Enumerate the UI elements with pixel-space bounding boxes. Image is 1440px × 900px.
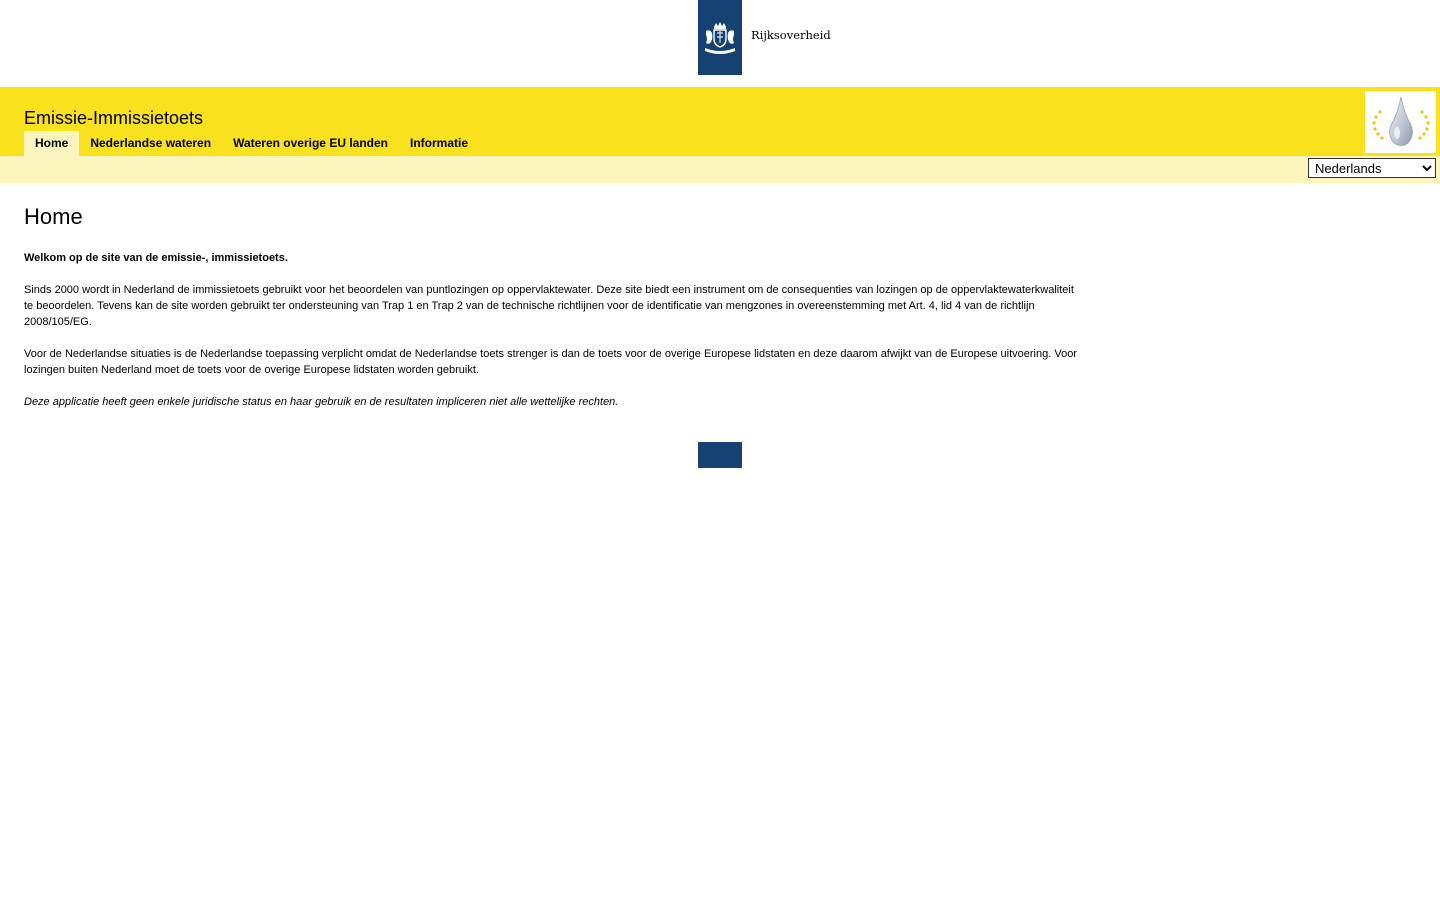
disclaimer-text: Deze applicatie heeft geen enkele juridi… [24, 396, 619, 408]
intro-paragraph: Sinds 2000 wordt in Nederland de immissi… [24, 284, 1074, 328]
welcome-text: Welkom op de site van de emissie-, immis… [24, 252, 288, 264]
language-select[interactable]: Nederlands [1308, 158, 1436, 178]
nav-tab-home[interactable]: Home [24, 131, 80, 156]
main-content: Home Welkom op de site van de emissie-, … [24, 183, 1082, 410]
nav-tab-informatie[interactable]: Informatie [399, 131, 479, 156]
nav-tab-wateren-overige-eu-landen[interactable]: Wateren overige EU landen [222, 131, 399, 156]
site-header: Rijksoverheid [0, 0, 1440, 87]
footer-brand-block [698, 442, 742, 468]
language-bar: Nederlands [0, 156, 1440, 183]
nav-tab-nederlandse-wateren[interactable]: Nederlandse wateren [79, 131, 222, 156]
main-nav: Home Nederlandse wateren Wateren overige… [24, 131, 479, 156]
page-title: Home [24, 204, 83, 229]
app-banner: Emissie-Immissietoets Home Nederlandse w… [0, 87, 1440, 156]
rijksoverheid-logo[interactable]: Rijksoverheid [698, 0, 831, 75]
water-drop-eu-stars-icon [1365, 91, 1436, 153]
app-title: Emissie-Immissietoets [24, 108, 204, 128]
rijksoverheid-coat-of-arms-icon [698, 0, 742, 75]
usage-paragraph: Voor de Nederlandse situaties is de Nede… [24, 348, 1077, 376]
rijksoverheid-wordmark: Rijksoverheid [751, 28, 831, 42]
